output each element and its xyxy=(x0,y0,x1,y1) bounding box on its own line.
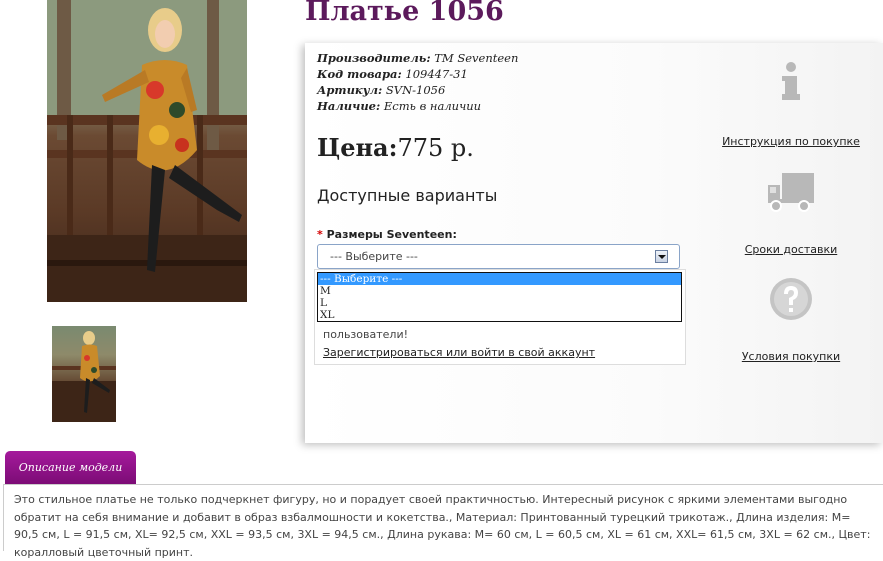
size-option-placeholder[interactable]: --- Выберите --- xyxy=(318,273,681,285)
thumbnail-image xyxy=(52,331,116,422)
terms-block: Условия покупки xyxy=(716,276,866,363)
available-variants-heading: Доступные варианты xyxy=(317,186,498,205)
product-photo[interactable] xyxy=(47,0,247,302)
product-specs: Производитель: TM Seventeen Код товара: … xyxy=(317,50,518,114)
size-select-value: --- Выберите --- xyxy=(330,250,418,263)
article-row: Артикул: SVN-1056 xyxy=(317,82,518,98)
size-option-m[interactable]: M xyxy=(318,285,681,297)
article-value: SVN-1056 xyxy=(385,83,446,97)
size-dropdown-list[interactable]: --- Выберите --- M L XL xyxy=(317,272,682,322)
availability-value: Есть в наличии xyxy=(383,99,482,113)
price-label: Цена: xyxy=(317,133,398,162)
product-photo-image xyxy=(47,0,247,302)
price: Цена:775 р. xyxy=(317,133,474,162)
product-code-row: Код товара: 109447-31 xyxy=(317,66,518,82)
tab-description[interactable]: Описание модели xyxy=(5,451,136,484)
size-option-xl[interactable]: XL xyxy=(318,309,681,321)
size-label-text: Размеры Seventeen: xyxy=(326,228,457,241)
info-icon xyxy=(782,62,800,100)
manufacturer-value: TM Seventeen xyxy=(434,51,519,65)
product-code-label: Код товара: xyxy=(317,67,402,81)
size-option-l[interactable]: L xyxy=(318,297,681,309)
instructions-block: Инструкция по покупке xyxy=(716,61,866,148)
delivery-link[interactable]: Сроки доставки xyxy=(716,243,866,256)
product-code-value: 109447-31 xyxy=(405,67,468,81)
instructions-link[interactable]: Инструкция по покупке xyxy=(716,135,866,148)
product-title: Платье 1056 xyxy=(305,0,504,27)
truck-icon xyxy=(768,173,814,212)
manufacturer-row: Производитель: TM Seventeen xyxy=(317,50,518,66)
question-icon xyxy=(770,278,812,320)
register-login-link[interactable]: Зарегистрироваться или войти в свой акка… xyxy=(323,346,595,359)
description-panel: Это стильное платье не только подчеркнет… xyxy=(3,484,883,559)
delivery-block: Сроки доставки xyxy=(716,171,866,256)
price-value: 775 р. xyxy=(397,134,474,162)
required-mark: * xyxy=(317,228,323,241)
product-thumbnail[interactable] xyxy=(52,326,116,422)
article-label: Артикул: xyxy=(317,83,383,97)
manufacturer-label: Производитель: xyxy=(317,51,431,65)
availability-row: Наличие: Есть в наличии xyxy=(317,98,518,114)
terms-link[interactable]: Условия покупки xyxy=(716,350,866,363)
size-label: * Размеры Seventeen: xyxy=(317,228,457,241)
size-select[interactable]: --- Выберите --- xyxy=(317,244,680,269)
chevron-down-icon[interactable] xyxy=(655,250,668,263)
login-notice-text: пользователи! xyxy=(323,328,409,341)
product-info-panel: Производитель: TM Seventeen Код товара: … xyxy=(305,43,883,443)
availability-label: Наличие: xyxy=(317,99,381,113)
